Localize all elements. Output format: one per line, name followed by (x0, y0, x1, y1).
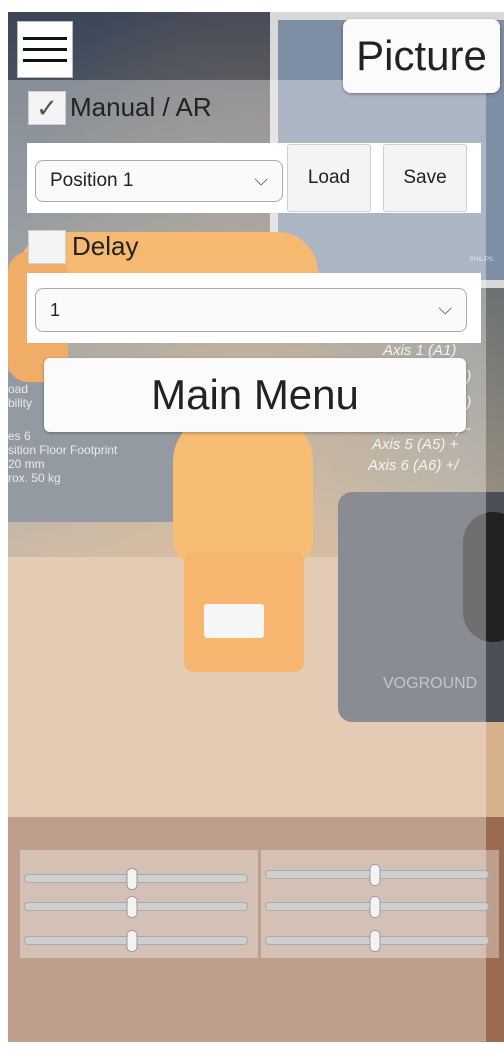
slider-thumb[interactable] (126, 868, 138, 890)
hamburger-icon (23, 48, 67, 51)
chevron-down-icon: ⌵ (438, 298, 452, 319)
manual-ar-label: Manual / AR (70, 92, 212, 122)
joint-slider[interactable] (265, 896, 489, 918)
delay-select-value: 1 (50, 299, 61, 320)
slider-thumb[interactable] (369, 896, 381, 918)
slider-thumb[interactable] (126, 930, 138, 952)
joint-sliders-right (261, 850, 499, 958)
hamburger-icon (23, 37, 67, 40)
slider-thumb[interactable] (369, 930, 381, 952)
joint-sliders-left (20, 850, 258, 958)
load-button[interactable]: Load (287, 144, 371, 212)
joint-slider[interactable] (24, 868, 248, 890)
menu-button[interactable] (17, 21, 73, 78)
chevron-down-icon: ⌵ (254, 169, 268, 190)
joint-slider[interactable] (24, 930, 248, 952)
delay-label: Delay (72, 231, 139, 261)
position-select-value: Position 1 (50, 170, 134, 191)
save-button[interactable]: Save (383, 144, 467, 212)
hamburger-icon (23, 59, 67, 62)
picture-button[interactable]: Picture (343, 19, 500, 93)
slider-thumb[interactable] (369, 864, 381, 886)
position-select[interactable]: Position 1 ⌵ (35, 160, 283, 202)
main-menu-button[interactable]: Main Menu (44, 358, 466, 432)
joint-slider[interactable] (265, 930, 489, 952)
delay-checkbox[interactable] (28, 230, 66, 264)
delay-select[interactable]: 1 ⌵ (35, 288, 467, 332)
joint-slider[interactable] (24, 896, 248, 918)
manual-ar-checkbox[interactable]: ✓ (28, 91, 66, 125)
slider-thumb[interactable] (126, 896, 138, 918)
checkmark-icon: ✓ (36, 92, 58, 123)
joint-slider[interactable] (265, 864, 489, 886)
